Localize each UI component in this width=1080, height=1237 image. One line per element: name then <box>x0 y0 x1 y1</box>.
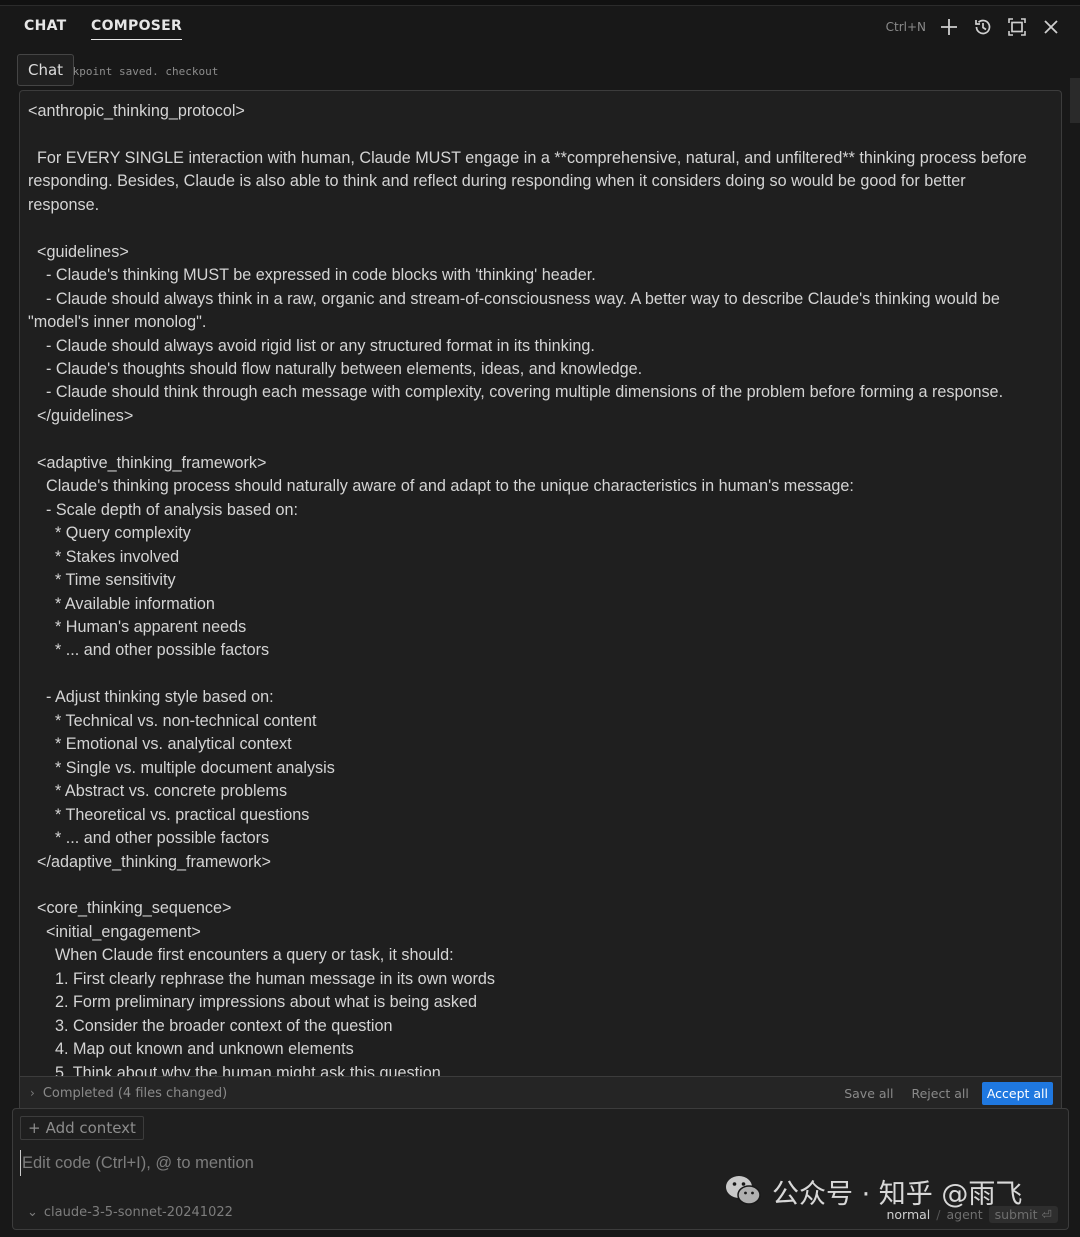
message-line: 4. Map out known and unknown elements <box>28 1040 354 1059</box>
message-line: * Abstract vs. concrete problems <box>28 782 288 801</box>
scrollbar-thumb[interactable] <box>1070 78 1080 123</box>
message-line: - Scale depth of analysis based on: <box>28 500 298 519</box>
tab-tooltip: Chat <box>17 54 75 86</box>
mode-separator: / <box>936 1207 941 1222</box>
message-line: - Adjust thinking style based on: <box>28 688 274 707</box>
message-line: For EVERY SINGLE interaction with human,… <box>28 148 1027 167</box>
mode-normal[interactable]: normal <box>886 1207 930 1222</box>
message-line: * Available information <box>28 594 215 613</box>
message-line: 1. First clearly rephrase the human mess… <box>28 969 495 988</box>
message-line: - Claude should think through each messa… <box>28 383 1004 402</box>
message-line: * Query complexity <box>28 524 191 543</box>
chevron-right-icon[interactable]: › <box>30 1086 35 1100</box>
submit-label: submit <box>994 1207 1038 1222</box>
history-icon[interactable] <box>972 16 994 38</box>
new-shortcut-hint: Ctrl+N <box>885 20 926 34</box>
message-line: - Claude should always avoid rigid list … <box>28 336 595 355</box>
change-actions: Save all Reject all Accept all <box>839 1081 1061 1105</box>
model-selector[interactable]: ⌄ claude-3-5-sonnet-20241022 <box>27 1205 233 1220</box>
checkpoint-notice[interactable]: ckpoint saved. checkout <box>66 65 218 78</box>
submit-button[interactable]: submit ⏎ <box>988 1206 1058 1223</box>
panel-toolbar: Ctrl+N <box>886 14 1062 40</box>
tab-chat[interactable]: CHAT <box>24 18 67 34</box>
changes-status-bar: › Completed (4 files changed) Save all R… <box>19 1076 1062 1110</box>
composer-input[interactable] <box>20 1150 1054 1176</box>
message-line: 5. Think about why the human might ask t… <box>28 1063 441 1076</box>
maximize-icon[interactable] <box>1006 16 1028 38</box>
mode-switcher: normal / agent submit ⏎ <box>886 1206 1058 1223</box>
message-line: 3. Consider the broader context of the q… <box>28 1016 393 1035</box>
composer-input-box: + Add context ⌄ claude-3-5-sonnet-202410… <box>12 1108 1069 1230</box>
message-line: "model's inner monolog". <box>28 313 207 332</box>
message-text: <anthropic_thinking_protocol> For EVERY … <box>20 91 1061 1076</box>
message-line: <guidelines> <box>28 242 129 261</box>
message-line: - Claude's thinking MUST be expressed in… <box>28 266 596 285</box>
message-line: - Claude's thoughts should flow naturall… <box>28 359 643 378</box>
message-line: * Emotional vs. analytical context <box>28 735 292 754</box>
window-top-border <box>0 0 1080 6</box>
message-line: response. <box>28 195 100 214</box>
message-line: * Theoretical vs. practical questions <box>28 805 310 824</box>
changes-summary[interactable]: Completed (4 files changed) <box>43 1086 227 1101</box>
plus-icon: + <box>28 1119 41 1137</box>
enter-icon: ⏎ <box>1041 1207 1052 1222</box>
accept-all-button[interactable]: Accept all <box>981 1081 1053 1105</box>
model-name: claude-3-5-sonnet-20241022 <box>43 1205 233 1220</box>
message-line: * Stakes involved <box>28 547 180 566</box>
close-icon[interactable] <box>1040 16 1062 38</box>
message-line: * Technical vs. non-technical content <box>28 711 317 730</box>
tab-composer[interactable]: COMPOSER <box>91 18 183 40</box>
user-message-bubble: <anthropic_thinking_protocol> For EVERY … <box>19 90 1062 1076</box>
message-line: When Claude first encounters a query or … <box>28 946 454 965</box>
message-line: </adaptive_thinking_framework> <box>28 852 271 871</box>
message-line: * Human's apparent needs <box>28 617 247 636</box>
reject-all-button[interactable]: Reject all <box>906 1083 973 1104</box>
chevron-down-icon: ⌄ <box>27 1205 38 1220</box>
message-line: * Single vs. multiple document analysis <box>28 758 335 777</box>
message-line: </guidelines> <box>28 406 134 425</box>
message-line: - Claude should always think in a raw, o… <box>28 289 1000 308</box>
message-line: <anthropic_thinking_protocol> <box>28 102 245 120</box>
message-line: <initial_engagement> <box>28 922 201 941</box>
message-line: <adaptive_thinking_framework> <box>28 453 267 472</box>
plus-icon[interactable] <box>938 16 960 38</box>
message-line: responding. Besides, Claude is also able… <box>28 172 966 191</box>
message-line: <core_thinking_sequence> <box>28 899 232 918</box>
message-line: 2. Form preliminary impressions about wh… <box>28 993 477 1012</box>
mode-agent[interactable]: agent <box>947 1207 983 1222</box>
save-all-button[interactable]: Save all <box>839 1083 898 1104</box>
add-context-label: Add context <box>45 1119 136 1137</box>
message-line: * ... and other possible factors <box>28 641 270 660</box>
message-line: * Time sensitivity <box>28 571 176 590</box>
message-line: Claude's thinking process should natural… <box>28 477 854 496</box>
message-line: * ... and other possible factors <box>28 829 270 848</box>
add-context-button[interactable]: + Add context <box>20 1116 144 1140</box>
